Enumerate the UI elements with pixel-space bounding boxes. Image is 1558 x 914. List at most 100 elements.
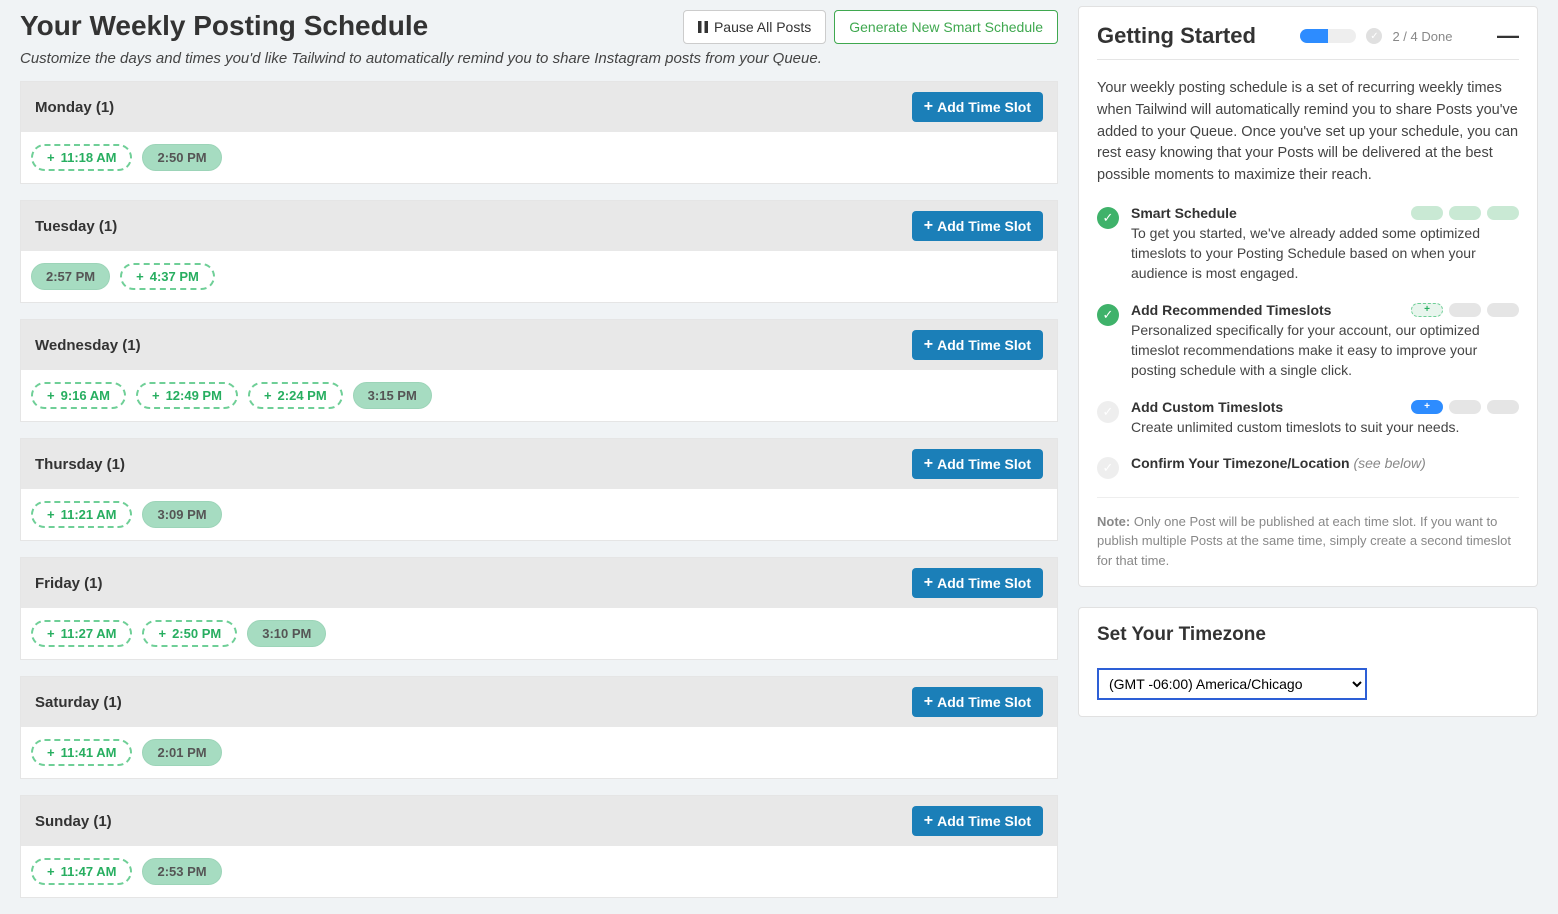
- day-block: Monday (1) + Add Time Slot +11:18 AM 2:50 P…: [20, 81, 1058, 184]
- suggested-time-slot[interactable]: +11:27 AM: [31, 620, 132, 647]
- add-time-slot-button[interactable]: + Add Time Slot: [912, 330, 1043, 360]
- time-slot-time: 2:50 PM: [172, 626, 221, 641]
- plus-icon: +: [924, 99, 933, 115]
- active-time-slot[interactable]: 3:10 PM: [247, 620, 326, 647]
- day-header: Thursday (1) + Add Time Slot: [21, 439, 1057, 489]
- add-time-slot-button[interactable]: + Add Time Slot: [912, 568, 1043, 598]
- add-time-slot-label: Add Time Slot: [937, 99, 1031, 115]
- day-block: Tuesday (1)+ Add Time Slot2:57 PM+4:37 P…: [20, 200, 1058, 303]
- pill-grey-icon: [1449, 303, 1481, 317]
- timezone-title: Set Your Timezone: [1097, 624, 1519, 646]
- plus-icon: +: [152, 388, 160, 403]
- check-pending-icon: ✓: [1097, 401, 1119, 423]
- getting-started-item-desc: Personalized specifically for your accou…: [1131, 320, 1519, 381]
- add-time-slot-button[interactable]: + Add Time Slot: [912, 211, 1043, 241]
- add-time-slot-button[interactable]: + Add Time Slot: [912, 687, 1043, 717]
- suggested-time-slot[interactable]: +4:37 PM: [120, 263, 215, 290]
- pill-green-icon: [1487, 206, 1519, 220]
- slots-row: 2:57 PM +4:37 PM: [21, 251, 1057, 302]
- active-time-slot[interactable]: 3:15 PM: [353, 382, 432, 409]
- day-name: Thursday (1): [35, 456, 125, 473]
- plus-icon: +: [924, 337, 933, 353]
- pill-indicator-group: +: [1411, 303, 1519, 317]
- plus-icon: +: [264, 388, 272, 403]
- plus-icon: +: [158, 626, 166, 641]
- suggested-time-slot[interactable]: +2:50 PM: [142, 620, 237, 647]
- day-header: Monday (1) + Add Time Slot: [21, 82, 1057, 132]
- add-time-slot-button[interactable]: + Add Time Slot: [912, 806, 1043, 836]
- plus-icon: +: [924, 456, 933, 472]
- timezone-select[interactable]: (GMT -06:00) America/Chicago: [1097, 668, 1367, 700]
- plus-icon: +: [924, 218, 933, 234]
- generate-schedule-button[interactable]: Generate New Smart Schedule: [834, 10, 1058, 44]
- plus-icon: +: [47, 150, 55, 165]
- plus-icon: +: [924, 575, 933, 591]
- day-header: Wednesday (1)+ Add Time Slot: [21, 320, 1057, 370]
- slots-row: +11:21 AM 3:09 PM: [21, 489, 1057, 540]
- add-time-slot-label: Add Time Slot: [937, 694, 1031, 710]
- getting-started-item: ✓Add Custom Timeslots+Create unlimited c…: [1097, 399, 1519, 437]
- time-slot-time: 12:49 PM: [166, 388, 222, 403]
- check-done-icon: ✓: [1097, 304, 1119, 326]
- time-slot-time: 11:47 AM: [61, 864, 117, 879]
- see-below-hint: (see below): [1350, 455, 1426, 471]
- getting-started-item-title: Confirm Your Timezone/Location (see belo…: [1131, 455, 1519, 471]
- suggested-time-slot[interactable]: +11:47 AM: [31, 858, 132, 885]
- day-name: Saturday (1): [35, 694, 122, 711]
- page-header: Your Weekly Posting Schedule Pause All P…: [20, 6, 1058, 48]
- plus-icon: +: [47, 507, 55, 522]
- collapse-icon[interactable]: —: [1497, 25, 1519, 47]
- suggested-time-slot[interactable]: +11:41 AM: [31, 739, 132, 766]
- add-time-slot-button[interactable]: + Add Time Slot: [912, 449, 1043, 479]
- suggested-time-slot[interactable]: +11:21 AM: [31, 501, 132, 528]
- getting-started-item-body: Add Recommended Timeslots+ Personalized s…: [1131, 302, 1519, 381]
- getting-started-item-body: Confirm Your Timezone/Location (see belo…: [1131, 455, 1519, 479]
- check-done-icon: ✓: [1097, 207, 1119, 229]
- active-time-slot[interactable]: 2:57 PM: [31, 263, 110, 290]
- plus-icon: +: [924, 694, 933, 710]
- pill-grey-icon: [1449, 400, 1481, 414]
- add-time-slot-button[interactable]: + Add Time Slot: [912, 92, 1043, 122]
- getting-started-item-body: Smart ScheduleTo get you started, we've …: [1131, 205, 1519, 284]
- pill-indicator-group: +: [1411, 400, 1519, 414]
- getting-started-item-desc: To get you started, we've already added …: [1131, 223, 1519, 284]
- pause-all-button[interactable]: Pause All Posts: [683, 10, 826, 44]
- add-time-slot-label: Add Time Slot: [937, 813, 1031, 829]
- time-slot-time: 3:10 PM: [262, 626, 311, 641]
- slots-row: +9:16 AM+12:49 PM+2:24 PM3:15 PM: [21, 370, 1057, 421]
- timezone-card: Set Your Timezone (GMT -06:00) America/C…: [1078, 607, 1538, 717]
- plus-icon: +: [924, 813, 933, 829]
- page-subtitle: Customize the days and times you'd like …: [20, 50, 1058, 67]
- getting-started-item-desc: Create unlimited custom timeslots to sui…: [1131, 417, 1519, 437]
- time-slot-time: 11:21 AM: [61, 507, 117, 522]
- day-name: Monday (1): [35, 99, 114, 116]
- plus-icon: +: [47, 864, 55, 879]
- time-slot-time: 3:09 PM: [157, 507, 206, 522]
- active-time-slot[interactable]: 3:09 PM: [142, 501, 221, 528]
- note-text: Note: Only one Post will be published at…: [1097, 497, 1519, 571]
- suggested-time-slot[interactable]: +12:49 PM: [136, 382, 238, 409]
- pill-blue-icon: +: [1411, 400, 1443, 414]
- plus-icon: +: [47, 388, 55, 403]
- suggested-time-slot[interactable]: +9:16 AM: [31, 382, 126, 409]
- day-header: Saturday (1) + Add Time Slot: [21, 677, 1057, 727]
- time-slot-time: 11:41 AM: [61, 745, 117, 760]
- add-time-slot-label: Add Time Slot: [937, 218, 1031, 234]
- slots-row: +11:47 AM 2:53 PM: [21, 846, 1057, 897]
- suggested-time-slot[interactable]: +11:18 AM: [31, 144, 132, 171]
- getting-started-description: Your weekly posting schedule is a set of…: [1097, 78, 1519, 187]
- day-block: Saturday (1)+ Add Time Slot+11:41 AM2:01…: [20, 676, 1058, 779]
- check-icon: ✓: [1366, 28, 1382, 44]
- day-block: Sunday (1)+ Add Time Slot+11:47 AM2:53 P…: [20, 795, 1058, 898]
- progress-text: 2 / 4 Done: [1392, 29, 1452, 44]
- day-header: Sunday (1) + Add Time Slot: [21, 796, 1057, 846]
- plus-icon: +: [136, 269, 144, 284]
- getting-started-item-title: Add Recommended Timeslots+: [1131, 302, 1519, 318]
- suggested-time-slot[interactable]: +2:24 PM: [248, 382, 343, 409]
- day-name: Sunday (1): [35, 813, 112, 830]
- add-time-slot-label: Add Time Slot: [937, 575, 1031, 591]
- active-time-slot[interactable]: 2:50 PM: [142, 144, 221, 171]
- active-time-slot[interactable]: 2:53 PM: [142, 858, 221, 885]
- active-time-slot[interactable]: 2:01 PM: [142, 739, 221, 766]
- check-pending-icon: ✓: [1097, 457, 1119, 479]
